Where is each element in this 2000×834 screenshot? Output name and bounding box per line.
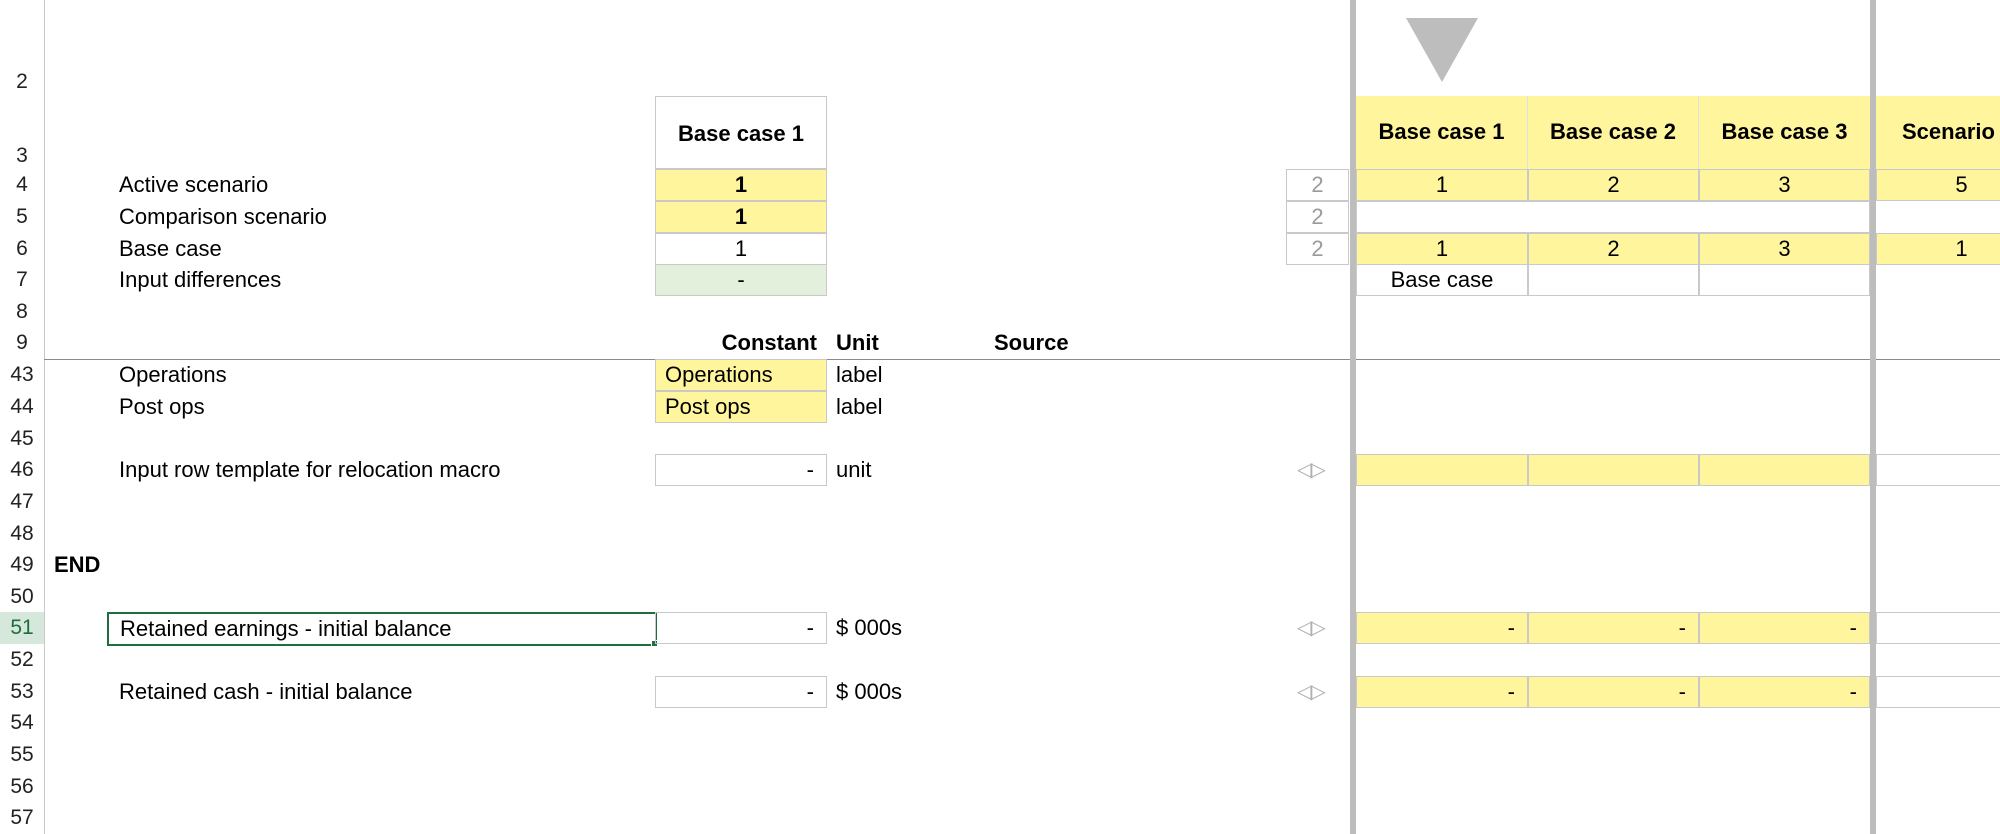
scenario-active-2[interactable]: 2: [1528, 169, 1699, 201]
selected-cell-retained-earnings[interactable]: Retained earnings - initial balance: [107, 612, 657, 646]
scenario-retained-cash-2[interactable]: -: [1528, 676, 1699, 708]
scenario-template-2[interactable]: [1528, 454, 1699, 486]
row-number[interactable]: 45: [0, 423, 44, 455]
row-number[interactable]: 2: [0, 66, 44, 98]
left-right-arrows-icon[interactable]: ◁▷: [1297, 454, 1326, 486]
triangle-down-icon[interactable]: [1406, 18, 1478, 82]
scenario-header-3[interactable]: Base case 3: [1699, 96, 1870, 169]
row-number[interactable]: 54: [0, 707, 44, 739]
scenario-retained-earnings-1[interactable]: -: [1356, 612, 1528, 644]
row-number-selected[interactable]: 51: [0, 612, 44, 644]
constant-operations[interactable]: Operations: [655, 359, 827, 391]
header-constant[interactable]: Constant: [655, 327, 817, 359]
left-right-arrows-icon[interactable]: ◁▷: [1297, 612, 1326, 644]
scenario-header-1[interactable]: Base case 1: [1356, 96, 1528, 169]
scenario-retained-cash-4[interactable]: [1876, 676, 2000, 708]
unit-post-ops[interactable]: label: [836, 391, 882, 423]
header-unit[interactable]: Unit: [836, 327, 879, 359]
comparison-scenario-value[interactable]: 1: [655, 201, 827, 233]
row-number[interactable]: 6: [0, 233, 44, 265]
scenario-base-3[interactable]: 3: [1699, 233, 1870, 265]
scenario-template-4[interactable]: [1876, 454, 2000, 486]
base-case-value[interactable]: 1: [655, 233, 827, 265]
row-number[interactable]: 43: [0, 359, 44, 391]
scenario-retained-cash-1[interactable]: -: [1356, 676, 1528, 708]
scenario-header-4[interactable]: Scenario: [1876, 96, 2000, 169]
unit-retained-earnings[interactable]: $ 000s: [836, 612, 902, 644]
row-number[interactable]: 47: [0, 486, 44, 518]
scenario-active-4[interactable]: 5: [1876, 169, 2000, 201]
scenario-diff-2[interactable]: [1528, 264, 1699, 296]
scenario-template-1[interactable]: [1356, 454, 1528, 486]
constant-retained-earnings[interactable]: -: [655, 612, 827, 644]
row-number[interactable]: 49: [0, 549, 44, 581]
scenario-base-1[interactable]: 1: [1356, 233, 1528, 265]
constant-post-ops[interactable]: Post ops: [655, 391, 827, 423]
count-comparison-scenario[interactable]: 2: [1286, 201, 1349, 233]
row-number[interactable]: 56: [0, 771, 44, 803]
input-differences-value[interactable]: -: [655, 264, 827, 296]
unit-retained-cash[interactable]: $ 000s: [836, 676, 902, 708]
scenario-base-2[interactable]: 2: [1528, 233, 1699, 265]
row-number[interactable]: 46: [0, 454, 44, 486]
header-source[interactable]: Source: [994, 327, 1069, 359]
row-number[interactable]: 55: [0, 739, 44, 771]
label-post-ops[interactable]: Post ops: [119, 391, 205, 423]
scenario-retained-cash-3[interactable]: -: [1699, 676, 1870, 708]
row-header-column: 2 3 4 5 6 7 8 9 43 44 45 46 47 48 49 50 …: [0, 0, 45, 834]
unit-input-row-template[interactable]: unit: [836, 454, 871, 486]
scenario-diff-1[interactable]: Base case: [1356, 264, 1528, 296]
row-number[interactable]: 57: [0, 802, 44, 834]
label-input-row-template[interactable]: Input row template for relocation macro: [119, 454, 501, 486]
scenario-active-3[interactable]: 3: [1699, 169, 1870, 201]
row-number[interactable]: 7: [0, 264, 44, 296]
scenario-template-3[interactable]: [1699, 454, 1870, 486]
left-right-arrows-icon[interactable]: ◁▷: [1297, 676, 1326, 708]
count-base-case[interactable]: 2: [1286, 233, 1349, 265]
label-retained-cash[interactable]: Retained cash - initial balance: [119, 676, 413, 708]
scenario-base-4[interactable]: 1: [1876, 233, 2000, 265]
active-scenario-value[interactable]: 1: [655, 169, 827, 201]
row-number[interactable]: 53: [0, 676, 44, 708]
main-column-header[interactable]: Base case 1: [655, 96, 827, 169]
constant-retained-cash[interactable]: -: [655, 676, 827, 708]
row-number[interactable]: 4: [0, 169, 44, 201]
freeze-pane-line: [44, 359, 2000, 360]
label-active-scenario[interactable]: Active scenario: [119, 169, 268, 201]
constant-input-row-template[interactable]: -: [655, 454, 827, 486]
scenario-diff-3[interactable]: [1699, 264, 1870, 296]
row-number[interactable]: 9: [0, 327, 44, 359]
scenario-active-1[interactable]: 1: [1356, 169, 1528, 201]
row-number[interactable]: 52: [0, 644, 44, 676]
scenario-retained-earnings-4[interactable]: [1876, 612, 2000, 644]
count-active-scenario[interactable]: 2: [1286, 169, 1349, 201]
scenario-retained-earnings-2[interactable]: -: [1528, 612, 1699, 644]
label-input-differences[interactable]: Input differences: [119, 264, 281, 296]
label-comparison-scenario[interactable]: Comparison scenario: [119, 201, 327, 233]
label-retained-earnings: Retained earnings - initial balance: [120, 616, 452, 641]
label-base-case[interactable]: Base case: [119, 233, 222, 265]
row-number[interactable]: 3: [0, 140, 44, 172]
scenario-retained-earnings-3[interactable]: -: [1699, 612, 1870, 644]
row-number[interactable]: 50: [0, 581, 44, 613]
unit-operations[interactable]: label: [836, 359, 882, 391]
scenario-comparison-row[interactable]: [1356, 201, 1870, 233]
label-operations[interactable]: Operations: [119, 359, 227, 391]
row-number[interactable]: 44: [0, 391, 44, 423]
row-number[interactable]: 5: [0, 201, 44, 233]
row-number[interactable]: 48: [0, 518, 44, 550]
label-end[interactable]: END: [54, 549, 100, 581]
scenario-header-2[interactable]: Base case 2: [1528, 96, 1699, 169]
row-number[interactable]: 8: [0, 296, 44, 328]
